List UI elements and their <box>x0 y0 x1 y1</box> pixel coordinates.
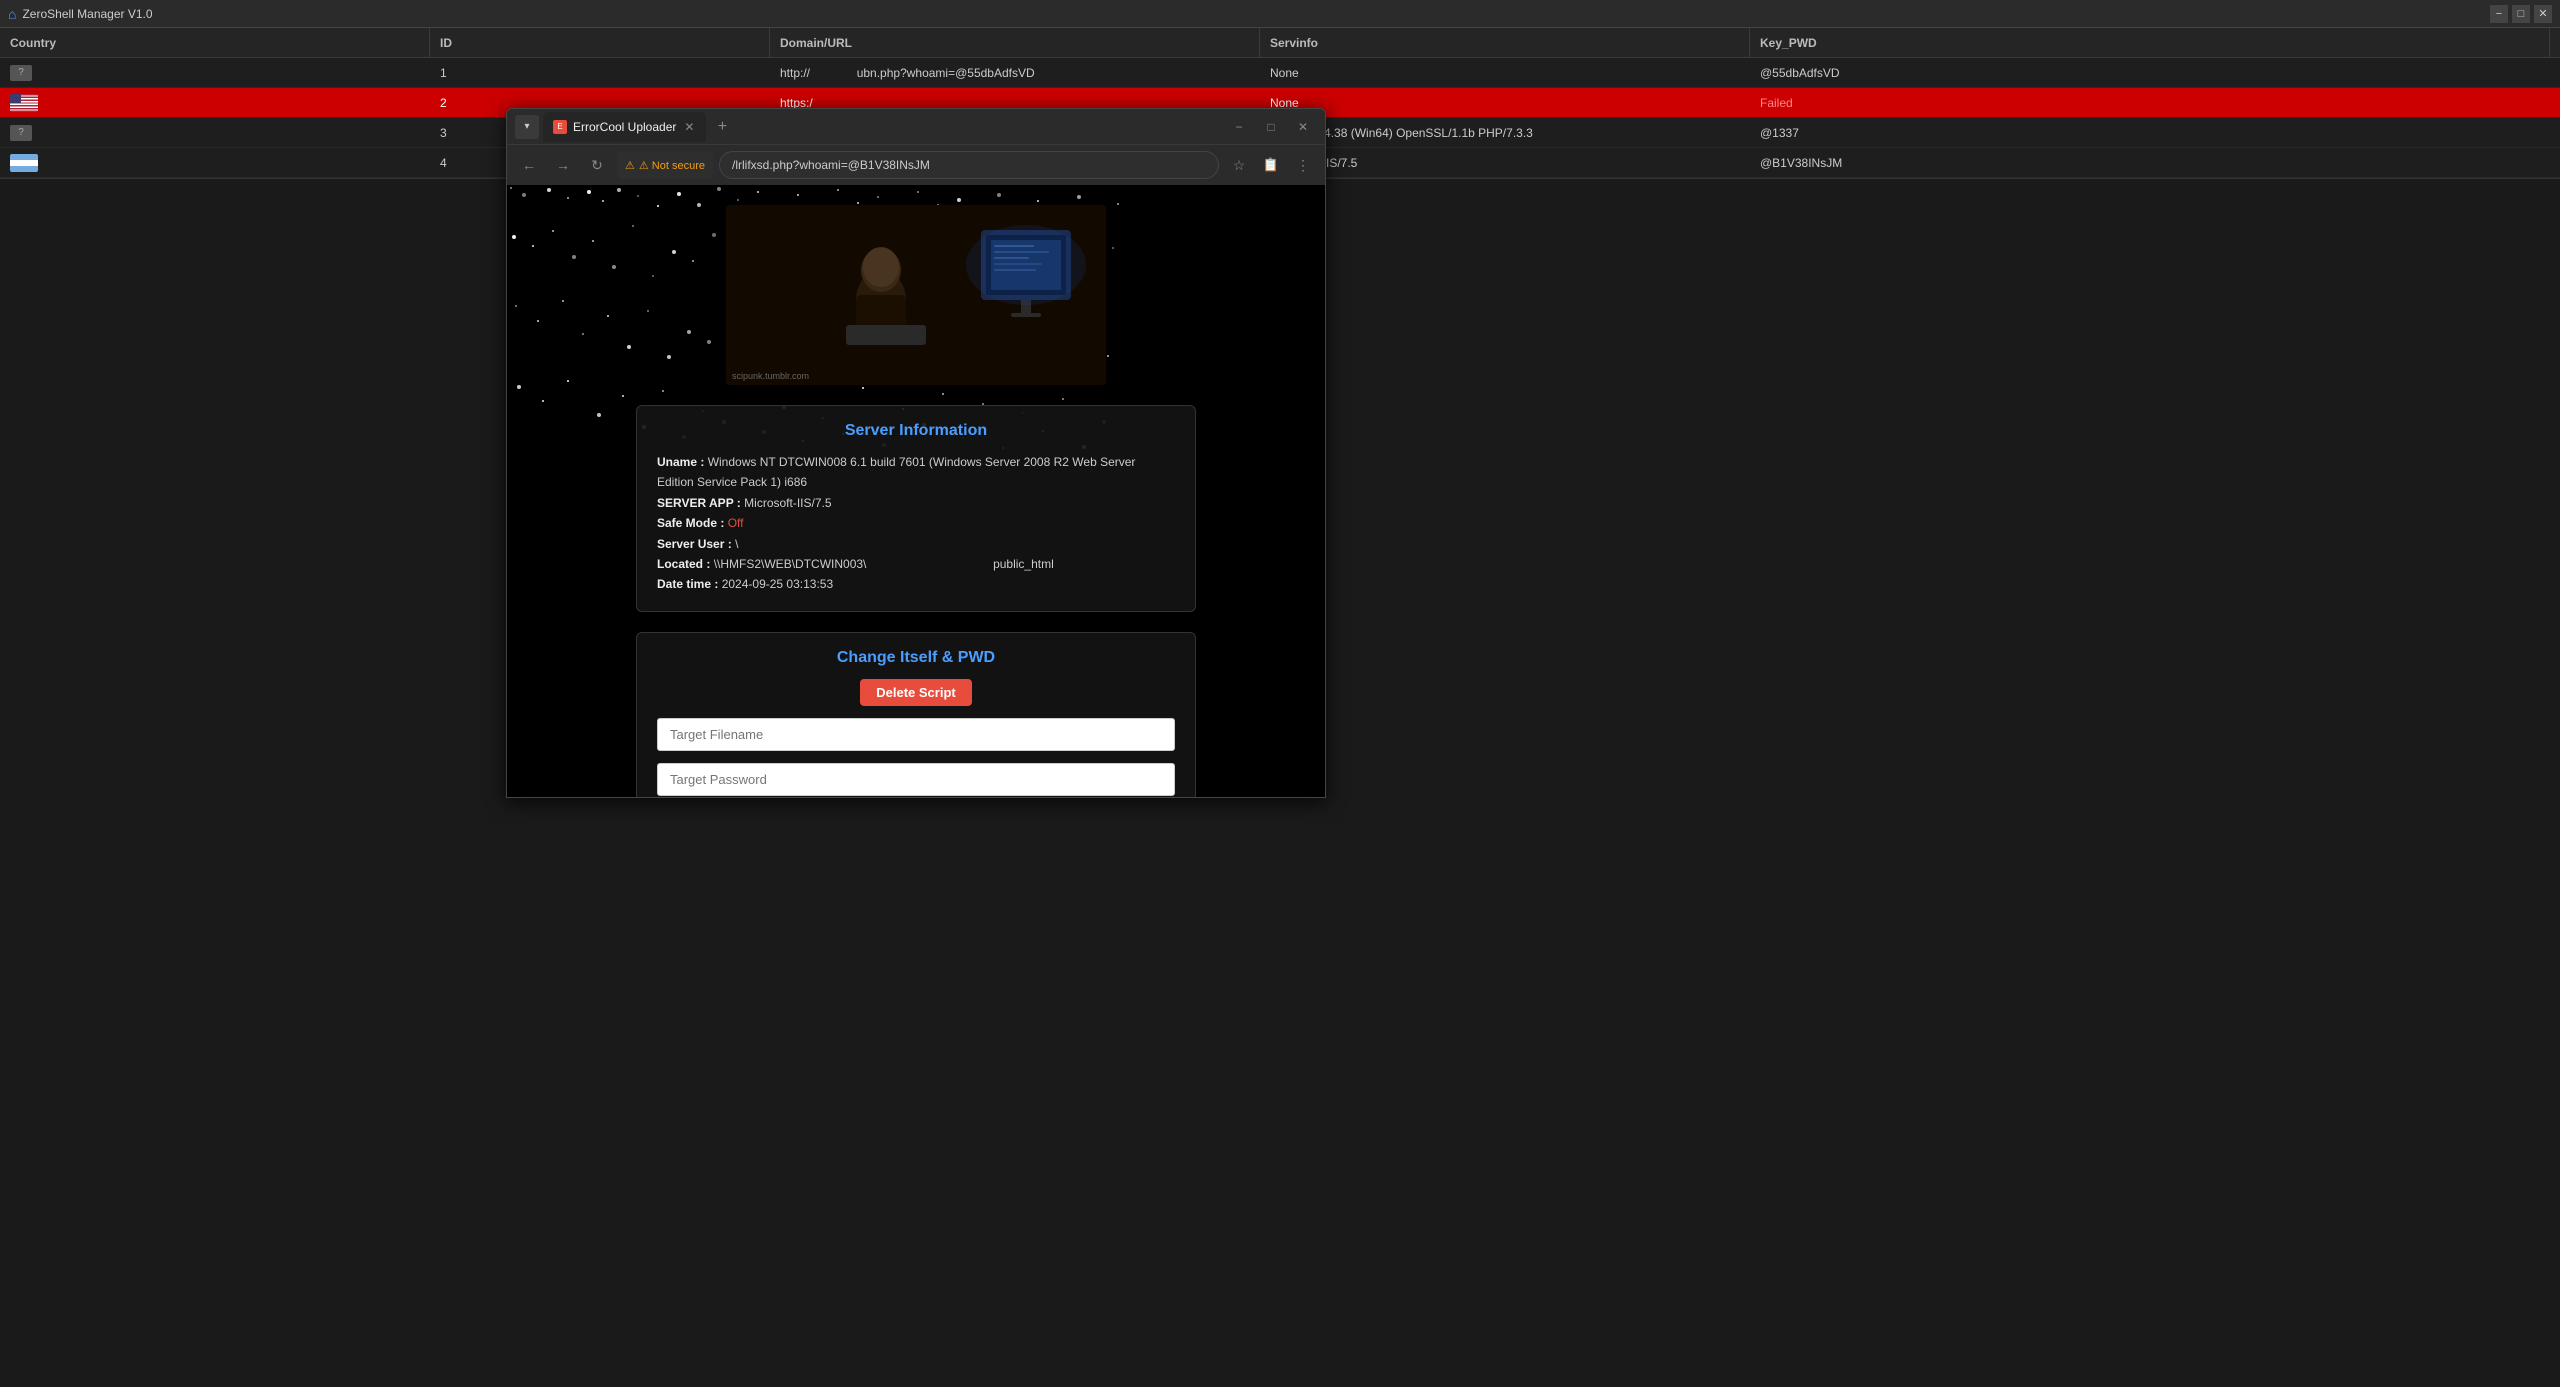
nav-forward-button[interactable]: → <box>549 151 577 179</box>
flag-ar-4 <box>10 154 38 172</box>
close-button[interactable]: ✕ <box>2534 5 2552 23</box>
cell-country-2 <box>0 88 430 117</box>
located-label: Located : <box>657 557 710 571</box>
uname-value: Windows NT DTCWIN008 6.1 build 7601 (Win… <box>657 455 1135 489</box>
title-bar-left: ⌂ ZeroShell Manager V1.0 <box>8 6 153 22</box>
cell-domain-1: http:// ubn.php?whoami=@55dbAdfsVD <box>770 58 1260 87</box>
server-info-located: Located : \\HMFS2\WEB\DTCWIN003\ public_… <box>657 554 1175 574</box>
table-row[interactable]: ? 1 http:// ubn.php?whoami=@55dbAdfsVD N… <box>0 58 2560 88</box>
browser-url-actions: ☆ 📋 ⋮ <box>1225 151 1317 179</box>
server-info-box: Server Information Uname : Windows NT DT… <box>636 405 1196 612</box>
cell-country-3: ? <box>0 118 430 147</box>
cell-servinfo-4: Microsoft-IIS/7.5 <box>1260 148 1750 177</box>
title-bar-controls: − □ ✕ <box>2490 5 2552 23</box>
hacker-scene-svg: scipunk.tumblr.com <box>726 205 1106 385</box>
cell-keypwd-2: Failed <box>1750 88 2550 117</box>
col-domain: Domain/URL <box>770 28 1260 57</box>
datetime-label: Date time : <box>657 577 718 591</box>
cell-servinfo-2: None <box>1260 88 1750 117</box>
nav-refresh-button[interactable]: ↻ <box>583 151 611 179</box>
target-filename-input[interactable] <box>657 718 1175 751</box>
tab-label: ErrorCool Uploader <box>573 120 676 134</box>
browser-maximize-button[interactable]: □ <box>1257 113 1285 141</box>
cell-servinfo-1: None <box>1260 58 1750 87</box>
cell-country-4 <box>0 148 430 177</box>
safe-mode-value: Off <box>728 516 744 530</box>
browser-chrome: ▾ E ErrorCool Uploader ✕ + − □ ✕ ← → ↻ ⚠ <box>507 109 1325 185</box>
title-bar: ⌂ ZeroShell Manager V1.0 − □ ✕ <box>0 0 2560 28</box>
bookmark-button[interactable]: ☆ <box>1225 151 1253 179</box>
browser-window-controls: − □ ✕ <box>1225 113 1317 141</box>
flag-unknown-3: ? <box>10 125 32 141</box>
browser-close-button[interactable]: ✕ <box>1289 113 1317 141</box>
webshell-content: scipunk.tumblr.com Server Information Un… <box>507 185 1325 797</box>
hacker-image: scipunk.tumblr.com <box>726 205 1106 385</box>
server-info-title: Server Information <box>657 422 1175 440</box>
app-icon: ⌂ <box>8 6 16 22</box>
server-app-label: SERVER APP : <box>657 496 741 510</box>
col-id: ID <box>430 28 770 57</box>
minimize-button[interactable]: − <box>2490 5 2508 23</box>
tab-close-button[interactable]: ✕ <box>682 118 696 136</box>
located-path: \\HMFS2\WEB\DTCWIN003\ <box>714 557 867 571</box>
server-info-user: Server User : \ <box>657 534 1175 554</box>
target-password-input[interactable] <box>657 763 1175 796</box>
tab-favicon: E <box>553 120 567 134</box>
more-options-button[interactable]: ⋮ <box>1289 151 1317 179</box>
flag-unknown-1: ? <box>10 65 32 81</box>
screenshot-button[interactable]: 📋 <box>1257 151 1285 179</box>
browser-nav-bar: ← → ↻ ⚠ ⚠ Not secure /lrlifxsd.php?whoam… <box>507 145 1325 185</box>
change-itself-title: Change Itself & PWD <box>837 649 995 667</box>
server-info-datetime: Date time : 2024-09-25 03:13:53 <box>657 574 1175 594</box>
browser-window: ▾ E ErrorCool Uploader ✕ + − □ ✕ ← → ↻ ⚠ <box>506 108 1326 798</box>
nav-back-button[interactable]: ← <box>515 151 543 179</box>
tab-dropdown-button[interactable]: ▾ <box>515 115 539 139</box>
browser-tab-errorcool[interactable]: E ErrorCool Uploader ✕ <box>543 112 706 142</box>
svg-text:scipunk.tumblr.com: scipunk.tumblr.com <box>732 371 809 381</box>
table-header: Country ID Domain/URL Servinfo Key_PWD <box>0 28 2560 58</box>
safe-mode-label: Safe Mode : <box>657 516 724 530</box>
new-tab-button[interactable]: + <box>710 115 734 139</box>
server-user-label: Server User : <box>657 537 732 551</box>
browser-url-bar[interactable]: /lrlifxsd.php?whoami=@B1V38INsJM <box>719 151 1219 179</box>
cell-keypwd-3: @1337 <box>1750 118 2550 147</box>
located-suffix: public_html <box>993 557 1054 571</box>
maximize-button[interactable]: □ <box>2512 5 2530 23</box>
col-country: Country <box>0 28 430 57</box>
server-info-uname: Uname : Windows NT DTCWIN008 6.1 build 7… <box>657 452 1175 493</box>
cell-country-1: ? <box>0 58 430 87</box>
security-label: ⚠ Not secure <box>639 159 705 172</box>
browser-content[interactable]: scipunk.tumblr.com Server Information Un… <box>507 185 1325 797</box>
server-info-safemode: Safe Mode : Off <box>657 513 1175 533</box>
security-warning-icon: ⚠ <box>625 159 635 172</box>
uname-label: Uname : <box>657 455 704 469</box>
browser-tab-bar: ▾ E ErrorCool Uploader ✕ + − □ ✕ <box>507 109 1325 145</box>
delete-script-button[interactable]: Delete Script <box>860 679 971 706</box>
col-servinfo: Servinfo <box>1260 28 1750 57</box>
col-keypwd: Key_PWD <box>1750 28 2550 57</box>
server-app-value: Microsoft-IIS/7.5 <box>744 496 831 510</box>
browser-security-indicator: ⚠ ⚠ Not secure <box>617 151 713 179</box>
browser-minimize-button[interactable]: − <box>1225 113 1253 141</box>
cell-servinfo-3: Apache/2.4.38 (Win64) OpenSSL/1.1b PHP/7… <box>1260 118 1750 147</box>
browser-url-text: /lrlifxsd.php?whoami=@B1V38INsJM <box>732 158 930 172</box>
change-itself-box: Change Itself & PWD Delete Script Submit… <box>636 632 1196 797</box>
hacker-image-inner: scipunk.tumblr.com <box>726 205 1106 385</box>
datetime-value: 2024-09-25 03:13:53 <box>722 577 833 591</box>
flag-us-2 <box>10 94 38 112</box>
cell-id-1: 1 <box>430 58 770 87</box>
server-user-value: \ <box>735 537 738 551</box>
server-info-app: SERVER APP : Microsoft-IIS/7.5 <box>657 493 1175 513</box>
app-title: ZeroShell Manager V1.0 <box>22 7 152 21</box>
cell-keypwd-1: @55dbAdfsVD <box>1750 58 2550 87</box>
cell-keypwd-4: @B1V38INsJM <box>1750 148 2550 177</box>
